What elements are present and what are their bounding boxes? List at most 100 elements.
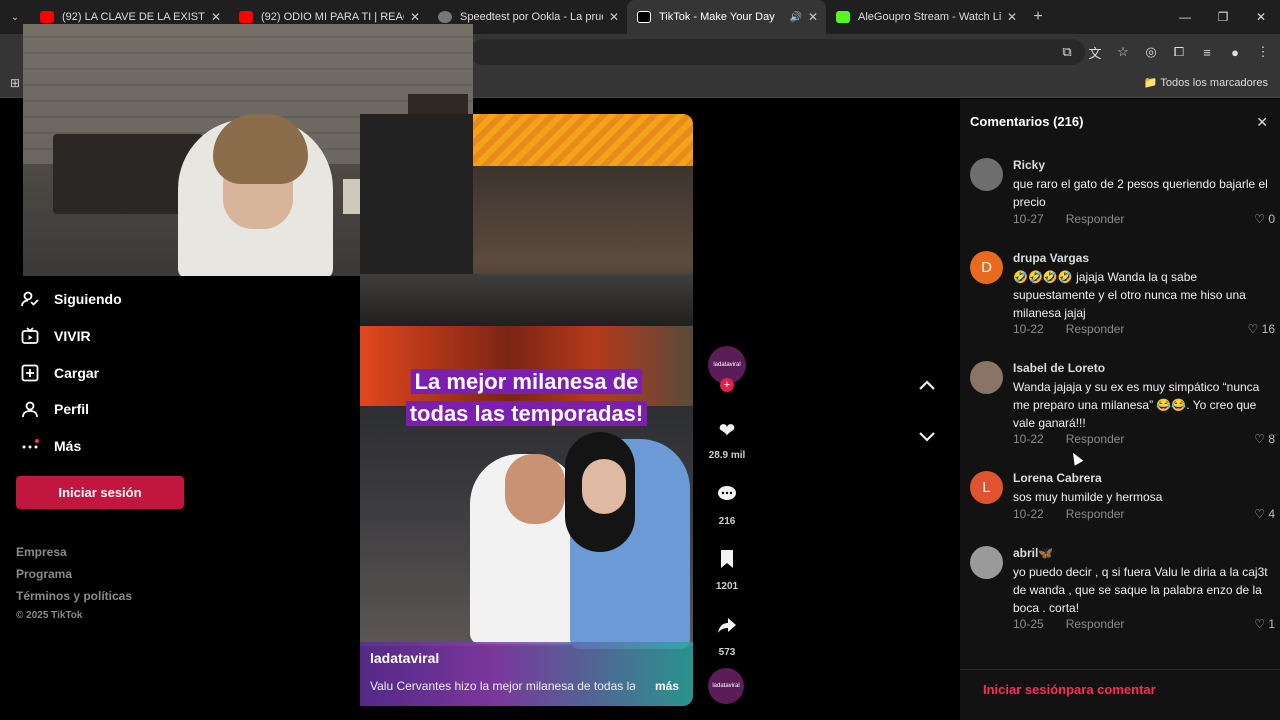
heart-outline-icon: ♡ — [1254, 507, 1265, 521]
chevron-up-icon[interactable] — [914, 372, 940, 398]
bookmark-star-icon[interactable]: ☆ — [1114, 44, 1132, 60]
comment-item: L Lorena Cabrera sos muy humilde y hermo… — [970, 471, 1275, 526]
avatar[interactable] — [970, 158, 1003, 191]
restore-icon[interactable]: ❐ — [1204, 0, 1242, 34]
comment-text: sos muy humilde y hermosa — [1013, 490, 1163, 504]
video-player[interactable]: La mejor milanesa de todas las temporada… — [360, 114, 693, 706]
comment-author[interactable]: Lorena Cabrera — [1013, 471, 1102, 485]
comment-like[interactable]: ♡ 0 — [1254, 212, 1275, 226]
speedtest-icon — [438, 11, 452, 23]
close-icon[interactable]: ✕ — [1256, 114, 1268, 131]
close-icon[interactable]: ✕ — [410, 10, 420, 24]
reply-button[interactable]: Responder — [1066, 617, 1125, 631]
address-bar[interactable] — [470, 39, 1085, 65]
comment-date: 10-22 — [1013, 432, 1044, 446]
close-icon[interactable]: ✕ — [808, 10, 818, 24]
video-more-button[interactable]: más — [655, 679, 679, 693]
like-button[interactable]: ❤ 28.9 mil — [700, 418, 754, 461]
close-window-icon[interactable]: ✕ — [1242, 0, 1280, 34]
like-count: 28.9 mil — [708, 450, 746, 461]
comment-like[interactable]: ♡ 1 — [1254, 617, 1275, 631]
tab-tiktok[interactable]: TikTok - Make Your Day 🔊 ✕ — [627, 0, 826, 34]
sidebar-item-live[interactable]: VIVIR — [20, 326, 91, 346]
minimize-icon[interactable]: — — [1166, 0, 1204, 34]
footer-link-program[interactable]: Programa — [16, 567, 72, 581]
avatar[interactable] — [970, 546, 1003, 579]
translate-icon[interactable]: 文 — [1086, 43, 1104, 62]
heart-outline-icon: ♡ — [1254, 617, 1265, 631]
reply-button[interactable]: Responder — [1066, 322, 1125, 336]
sidebar-item-more[interactable]: Más — [20, 436, 81, 456]
install-app-icon[interactable]: ⧉ — [1058, 44, 1076, 60]
tab-title: Speedtest por Ookla - La prueba — [460, 11, 603, 23]
video-banner-stripes — [473, 114, 693, 166]
close-icon[interactable]: ✕ — [609, 10, 619, 24]
comment-like[interactable]: ♡ 4 — [1254, 507, 1275, 521]
login-button[interactable]: Iniciar sesión — [16, 476, 184, 509]
comment-login-link[interactable]: Iniciar sesiónpara comentar — [983, 682, 1156, 697]
media-control-icon[interactable]: ≡ — [1198, 45, 1216, 60]
extension-glasses-icon[interactable]: ◎ — [1142, 44, 1160, 60]
comment-author[interactable]: abril🦋 — [1013, 546, 1053, 560]
bookmark-icon — [700, 549, 754, 573]
share-arrow-icon — [700, 615, 754, 639]
extensions-icon[interactable]: ⧠ — [1170, 44, 1188, 60]
comment-like-count: 16 — [1261, 322, 1275, 336]
speaker-icon[interactable]: 🔊 — [789, 12, 801, 23]
sidebar-item-label: Siguiendo — [54, 291, 122, 307]
footer-link-terms[interactable]: Términos y políticas — [16, 589, 132, 603]
tab-kick[interactable]: AleGoupro Stream - Watch Live ✕ — [826, 0, 1025, 34]
feed-navigation — [914, 372, 940, 450]
close-icon[interactable]: ✕ — [211, 10, 221, 24]
avatar[interactable]: L — [970, 471, 1003, 504]
save-count: 1201 — [715, 581, 739, 592]
webcam-hair — [213, 114, 308, 184]
reply-button[interactable]: Responder — [1066, 212, 1125, 226]
tab-title: TikTok - Make Your Day — [659, 11, 775, 23]
reply-button[interactable]: Responder — [1066, 507, 1125, 521]
youtube-icon — [40, 11, 54, 23]
comment-item: Isabel de Loreto Wanda jajaja y su ex es… — [970, 361, 1275, 451]
tab-title: (92) ODIO MI PARA TI | REACCIÓN — [261, 11, 404, 23]
sidebar-item-label: Más — [54, 438, 82, 454]
share-button[interactable]: 573 — [700, 615, 754, 658]
comment-date: 10-27 — [1013, 212, 1044, 226]
avatar[interactable]: D — [970, 251, 1003, 284]
sidebar-item-label: Cargar — [54, 365, 100, 381]
comment-like[interactable]: ♡ 8 — [1254, 432, 1275, 446]
all-bookmarks-label: Todos los marcadores — [1160, 77, 1268, 89]
sidebar-item-profile[interactable]: Perfil — [20, 399, 89, 419]
following-icon — [20, 289, 40, 309]
profile-avatar-icon[interactable]: ● — [1226, 45, 1244, 60]
comment-author[interactable]: drupa Vargas — [1013, 251, 1089, 265]
avatar[interactable] — [970, 361, 1003, 394]
video-author[interactable]: ladataviral — [370, 650, 439, 666]
comment-button[interactable]: 216 — [700, 484, 754, 527]
new-tab-button[interactable]: + — [1025, 8, 1051, 26]
comment-meta: 10-25 Responder — [1013, 617, 1124, 631]
apps-grid-icon[interactable]: ⊞ — [10, 76, 20, 90]
sidebar-item-upload[interactable]: Cargar — [20, 363, 99, 383]
live-icon — [20, 326, 40, 346]
footer-link-company[interactable]: Empresa — [16, 545, 67, 559]
comment-text: Wanda jajaja y su ex es muy simpático “n… — [1013, 380, 1260, 430]
more-icon — [20, 436, 40, 456]
comment-meta: 10-22 Responder — [1013, 432, 1124, 446]
follow-plus-icon[interactable]: + — [720, 378, 734, 392]
save-button[interactable]: 1201 — [700, 549, 754, 592]
heart-icon: ❤ — [718, 420, 736, 442]
comment-like-count: 8 — [1268, 432, 1275, 446]
comments-panel: Comentarios (216) ✕ Ricky que raro el ga… — [960, 99, 1280, 720]
comment-like[interactable]: ♡ 16 — [1248, 322, 1275, 336]
sidebar-item-following[interactable]: Siguiendo — [20, 289, 122, 309]
copyright-text: © 2025 TikTok — [16, 610, 83, 621]
close-icon[interactable]: ✕ — [1007, 10, 1017, 24]
sound-avatar[interactable]: ladataviral — [708, 668, 744, 704]
comment-author[interactable]: Ricky — [1013, 158, 1045, 172]
browser-menu-icon[interactable]: ⋮ — [1254, 44, 1272, 60]
comment-like-count: 4 — [1268, 507, 1275, 521]
chevron-down-icon[interactable] — [914, 424, 940, 450]
reply-button[interactable]: Responder — [1066, 432, 1125, 446]
comment-author[interactable]: Isabel de Loreto — [1013, 361, 1105, 375]
all-bookmarks-button[interactable]: 📁 Todos los marcadores — [1144, 76, 1268, 89]
